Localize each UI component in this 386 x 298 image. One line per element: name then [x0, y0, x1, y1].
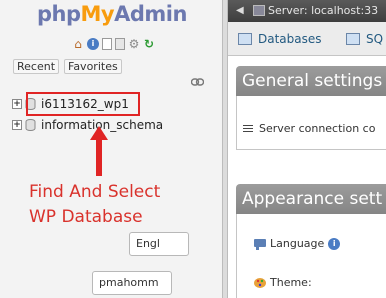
- settings-gear-icon[interactable]: ⚙: [128, 38, 140, 50]
- sql-icon: [346, 33, 360, 45]
- nav-icon-bar: ⌂ i ⚙ ↻: [72, 38, 155, 52]
- annotation-line-2: WP Database: [29, 207, 143, 227]
- phpmyadmin-logo[interactable]: phpMyAdmin: [37, 2, 187, 26]
- main-tab-bar: Databases SQ: [228, 22, 386, 56]
- page-icon[interactable]: [115, 38, 125, 50]
- annotation-arrow-icon: [90, 126, 108, 176]
- appearance-settings-body: Language i Theme:: [236, 214, 386, 298]
- server-connection-label: Server connection co: [259, 122, 376, 135]
- server-connection-row: Server connection co: [243, 122, 375, 135]
- logo-php: php: [37, 2, 81, 26]
- recent-tab[interactable]: Recent: [13, 59, 60, 74]
- general-settings-header: General settings: [236, 66, 386, 96]
- info-icon[interactable]: i: [87, 38, 99, 50]
- language-icon: [254, 238, 266, 250]
- tab-databases-label: Databases: [258, 32, 322, 46]
- database-icon: [25, 119, 36, 131]
- tab-sql[interactable]: SQ: [346, 22, 383, 56]
- server-breadcrumb-bar: ◀ Server: localhost:33: [228, 0, 386, 22]
- language-select[interactable]: Engl: [129, 232, 189, 256]
- language-label: Language: [270, 237, 325, 250]
- expand-icon[interactable]: +: [12, 120, 22, 130]
- arrow-left-icon[interactable]: ◀: [236, 5, 244, 16]
- documentation-icon[interactable]: [102, 38, 112, 50]
- tab-sql-label: SQ: [366, 32, 384, 46]
- general-settings-body: Server connection co: [236, 96, 386, 150]
- logo-my: My: [80, 2, 115, 26]
- databases-icon: [238, 33, 252, 45]
- expand-icon[interactable]: +: [12, 99, 22, 109]
- server-breadcrumb[interactable]: Server: localhost:33: [268, 4, 378, 17]
- collation-icon: [243, 124, 253, 133]
- reload-icon[interactable]: ↻: [143, 38, 155, 50]
- link-icon[interactable]: [191, 78, 204, 86]
- home-icon[interactable]: ⌂: [72, 38, 84, 50]
- favorites-tab[interactable]: Favorites: [64, 59, 122, 74]
- annotation-line-1: Find And Select: [29, 182, 161, 202]
- annotation-text: Find And Select WP Database: [29, 180, 160, 230]
- highlight-box: [26, 92, 140, 116]
- logo-admin: Admin: [114, 2, 187, 26]
- tab-databases[interactable]: Databases: [238, 22, 322, 56]
- language-row: Language i: [253, 237, 341, 250]
- theme-palette-icon: [254, 277, 266, 288]
- help-icon[interactable]: i: [328, 237, 341, 250]
- theme-label: Theme:: [270, 276, 312, 289]
- server-icon: [253, 5, 265, 16]
- theme-select[interactable]: pmahomm: [92, 271, 172, 295]
- main-panel: ◀ Server: localhost:33 Databases SQ Gene…: [228, 0, 386, 298]
- appearance-settings-header: Appearance sett: [236, 184, 386, 214]
- theme-row: Theme:: [253, 276, 312, 289]
